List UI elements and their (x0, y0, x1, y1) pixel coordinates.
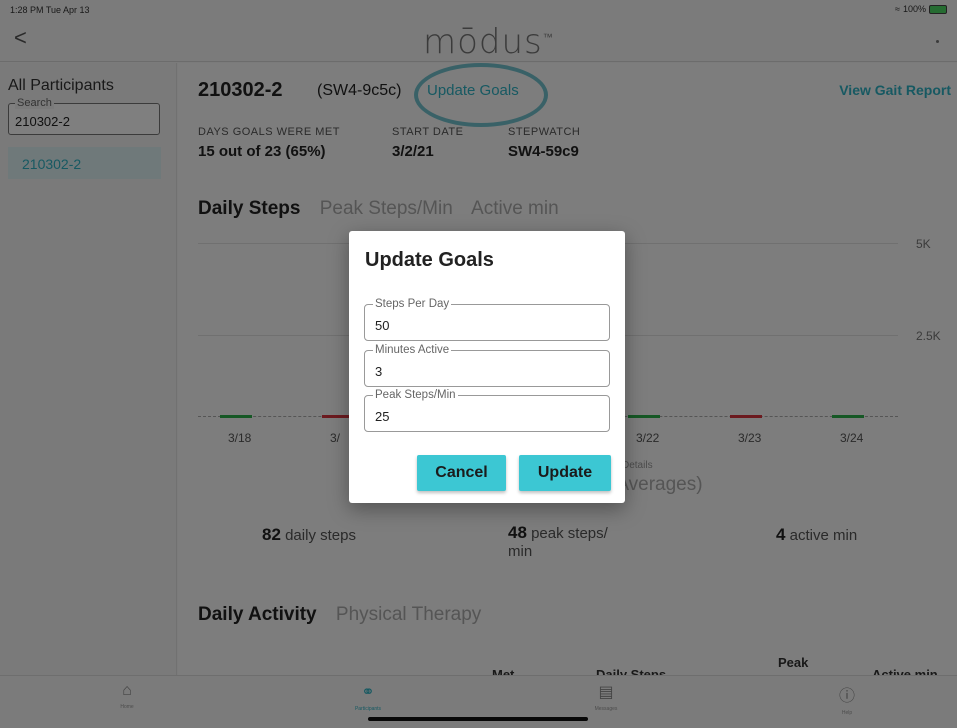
peak-steps-label: Peak Steps/Min (373, 389, 458, 401)
steps-per-day-input[interactable] (375, 318, 595, 333)
update-button[interactable]: Update (519, 455, 611, 491)
minutes-active-label: Minutes Active (373, 344, 452, 356)
cancel-button[interactable]: Cancel (417, 455, 506, 491)
update-goals-dialog: Update Goals Steps Per Day Minutes Activ… (349, 231, 625, 503)
peak-steps-field[interactable]: Peak Steps/Min (364, 389, 610, 432)
minutes-active-field[interactable]: Minutes Active (364, 344, 610, 387)
peak-steps-input[interactable] (375, 409, 595, 424)
steps-per-day-label: Steps Per Day (373, 298, 452, 310)
steps-per-day-field[interactable]: Steps Per Day (364, 298, 610, 341)
dialog-title: Update Goals (365, 249, 494, 271)
minutes-active-input[interactable] (375, 364, 595, 379)
